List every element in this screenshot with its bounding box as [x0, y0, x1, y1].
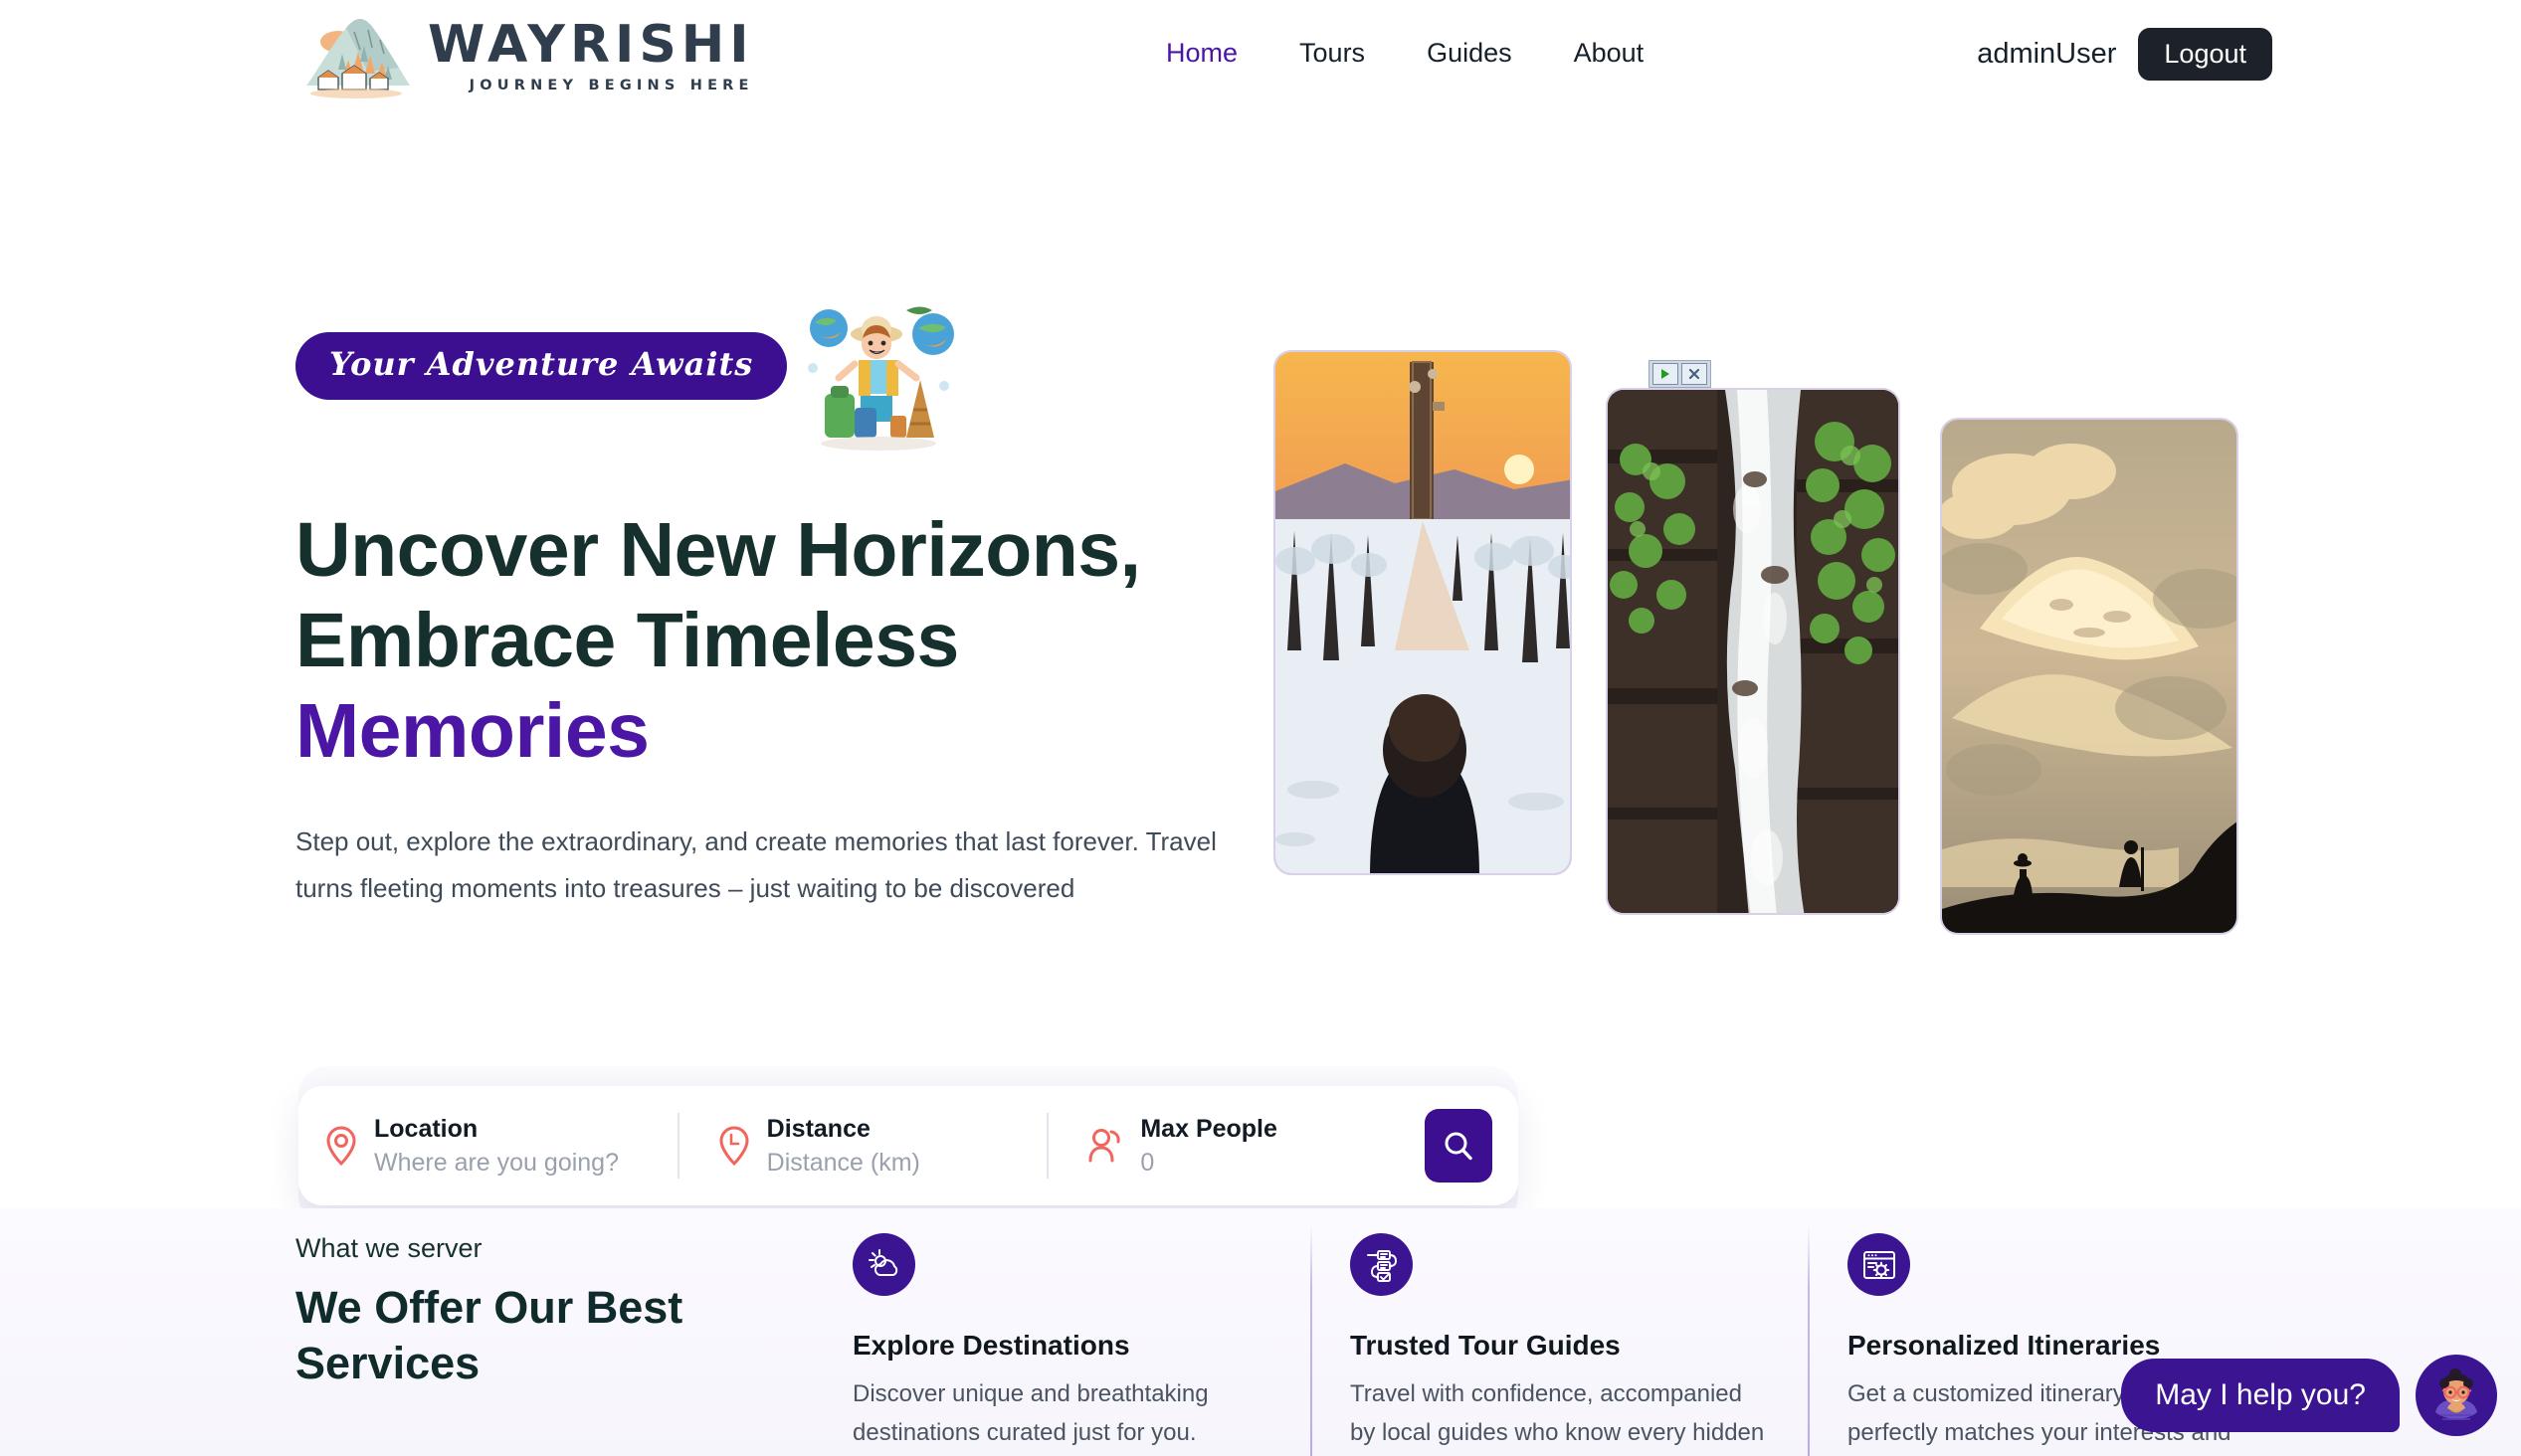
hero-image-sunset — [1273, 350, 1572, 875]
hero-badge-row: Your Adventure Awaits — [295, 306, 1310, 457]
main-navigation: Home Tours Guides About — [1166, 38, 1644, 69]
nav-item-guides[interactable]: Guides — [1427, 38, 1512, 69]
site-header: WAYRISHI JOURNEY BEGINS HERE Home Tours … — [0, 0, 2521, 111]
hero-section: Your Adventure Awaits Uncover New Horizo… — [0, 111, 2521, 1225]
people-icon — [1088, 1129, 1121, 1163]
headline-line-1: Uncover New Horizons, — [295, 507, 1141, 593]
service-card-guides[interactable]: Trusted Tour Guides Travel with confiden… — [1310, 1221, 1808, 1456]
logo-title: WAYRISHI — [428, 14, 754, 75]
service-name: Trusted Tour Guides — [1350, 1330, 1621, 1361]
hero-subtitle: Step out, explore the extraordinary, and… — [295, 825, 1217, 903]
services-cards: Explore Destinations Discover unique and… — [813, 1221, 2305, 1456]
services-inner: What we server We Offer Our Best Service… — [295, 1221, 2305, 1456]
logout-button[interactable]: Logout — [2138, 28, 2272, 81]
search-icon — [1445, 1132, 1472, 1161]
media-control-overlay[interactable] — [1648, 360, 1711, 388]
adventure-badge: Your Adventure Awaits — [295, 332, 788, 400]
sun-cloud-icon — [853, 1233, 915, 1296]
service-desc: Discover unique and breathtaking destina… — [853, 1380, 1209, 1446]
hero-headline: Uncover New Horizons, Embrace Timeless M… — [295, 505, 1310, 777]
map-pin-icon — [326, 1126, 356, 1167]
search-bar: Location Where are you going? Distance D… — [298, 1086, 1518, 1205]
nav-item-tours[interactable]: Tours — [1299, 38, 1365, 69]
distance-label: Distance — [766, 1114, 871, 1143]
chat-message[interactable]: May I help you? — [2121, 1359, 2400, 1432]
logo[interactable]: WAYRISHI JOURNEY BEGINS HERE — [298, 10, 754, 101]
search-field-maxpeople[interactable]: Max People 0 — [1049, 1107, 1407, 1184]
search-field-location[interactable]: Location Where are you going? — [324, 1107, 678, 1184]
location-input[interactable]: Where are you going? — [374, 1149, 619, 1178]
search-button[interactable] — [1425, 1109, 1492, 1183]
mountain-village-logo-icon — [306, 19, 410, 98]
service-name: Explore Destinations — [853, 1330, 1130, 1361]
close-icon[interactable] — [1681, 363, 1707, 385]
search-shell: Location Where are you going? Distance D… — [298, 1066, 1518, 1225]
services-title: We Offer Our Best Services — [295, 1282, 683, 1389]
nav-item-about[interactable]: About — [1574, 38, 1645, 69]
traveler-illustration-icon — [808, 306, 955, 451]
hero-copy: Your Adventure Awaits Uncover New Horizo… — [295, 306, 1310, 912]
support-agent-avatar-icon[interactable] — [2416, 1355, 2497, 1436]
headline-line-2: Embrace Timeless — [295, 597, 959, 683]
username-label: adminUser — [1977, 38, 2117, 70]
services-kicker: What we server — [295, 1233, 483, 1263]
service-desc: Travel with confidence, accompanied by l… — [1350, 1380, 1765, 1446]
service-card-explore[interactable]: Explore Destinations Discover unique and… — [813, 1233, 1310, 1456]
hero-image-mountain — [1940, 418, 2238, 935]
logo-tagline: JOURNEY BEGINS HERE — [469, 77, 754, 93]
nav-item-home[interactable]: Home — [1166, 38, 1238, 69]
hero-image-waterfall — [1606, 388, 1900, 915]
chat-widget[interactable]: May I help you? — [2121, 1355, 2497, 1436]
maxpeople-input[interactable]: 0 — [1140, 1149, 1277, 1178]
distance-input[interactable]: Distance (km) — [767, 1149, 920, 1178]
browser-gear-icon — [1847, 1233, 1910, 1296]
headline-accent: Memories — [295, 687, 650, 774]
services-heading: What we server We Offer Our Best Service… — [295, 1233, 813, 1456]
maxpeople-label: Max People — [1140, 1114, 1277, 1143]
distance-pin-icon — [719, 1126, 749, 1167]
play-icon[interactable] — [1652, 363, 1678, 385]
location-label: Location — [374, 1114, 479, 1143]
account-area: adminUser Logout — [1977, 28, 2272, 81]
search-field-distance[interactable]: Distance Distance (km) — [679, 1107, 1048, 1184]
workflow-icon — [1350, 1233, 1413, 1296]
